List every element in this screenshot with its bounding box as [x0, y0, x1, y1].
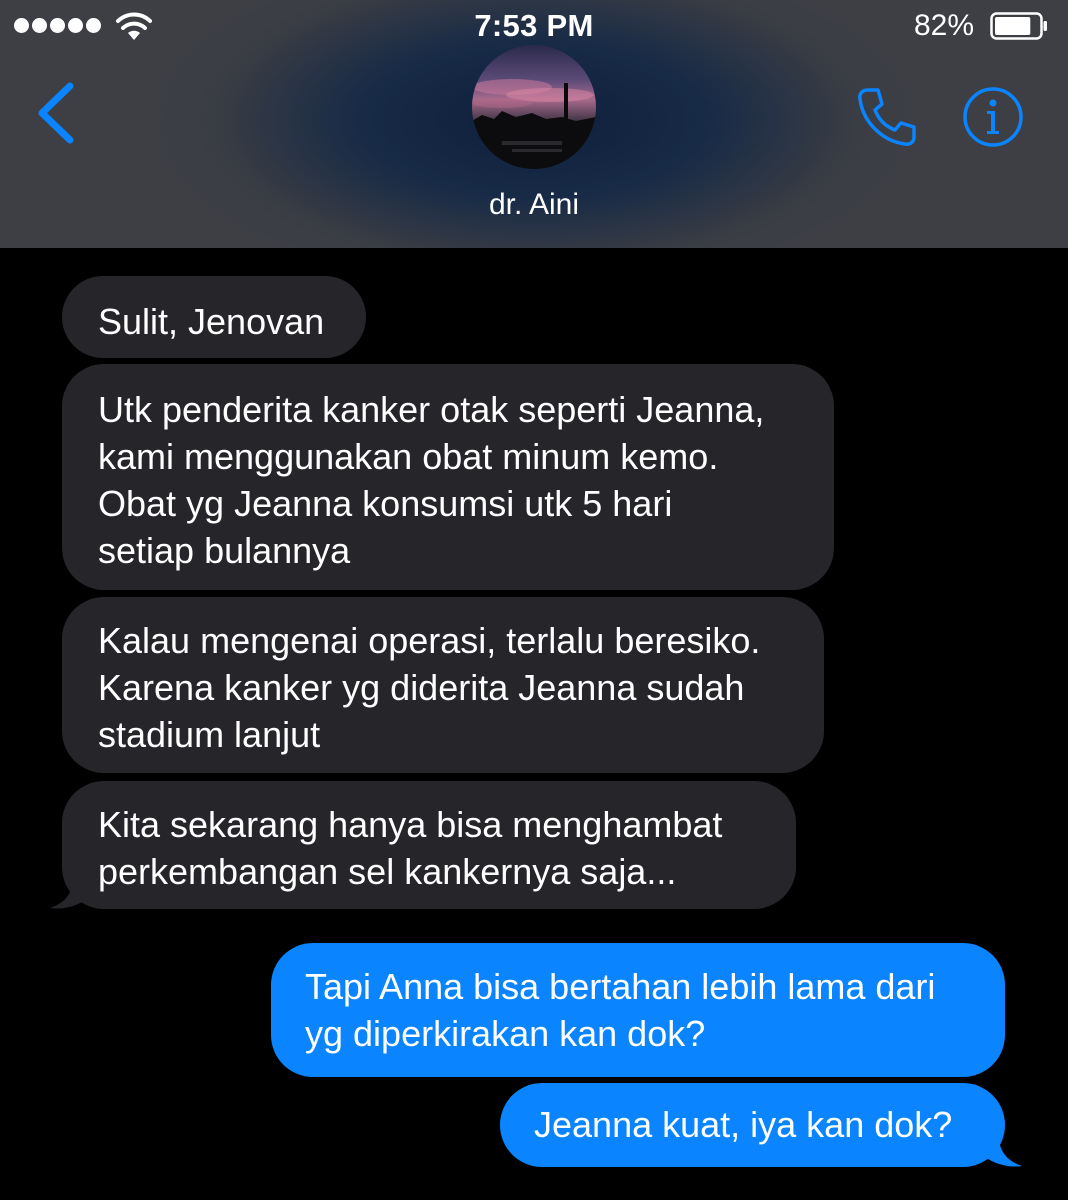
conversation-header: 7:53 PM 82% dr. Aini: [0, 0, 1068, 248]
message-bubble-incoming[interactable]: Kalau mengenai operasi, terlalu beresiko…: [62, 597, 824, 773]
message-bubble-incoming[interactable]: Kita sekarang hanya bisa menghambat perk…: [62, 781, 796, 909]
message-thread[interactable]: Sulit, Jenovan Utk penderita kanker otak…: [0, 248, 1068, 1200]
contact-avatar[interactable]: [472, 45, 596, 169]
battery-icon: [990, 12, 1047, 40]
phone-icon[interactable]: [852, 84, 920, 150]
message-bubble-incoming[interactable]: Utk penderita kanker otak seperti Jeanna…: [62, 364, 834, 590]
battery-percentage: 82%: [913, 9, 974, 42]
sunset-photo: [472, 79, 596, 169]
back-button[interactable]: [32, 80, 82, 146]
message-bubble-incoming[interactable]: Sulit, Jenovan: [62, 276, 366, 358]
info-icon[interactable]: [962, 86, 1024, 148]
message-bubble-outgoing[interactable]: Tapi Anna bisa bertahan lebih lama dari …: [271, 943, 1005, 1077]
contact-name[interactable]: dr. Aini: [0, 188, 1068, 222]
incoming-bubble-tail: [50, 872, 88, 909]
message-bubble-outgoing[interactable]: Jeanna kuat, iya kan dok?: [500, 1083, 1005, 1167]
outgoing-bubble-tail: [984, 1130, 1022, 1167]
status-time: 7:53 PM: [474, 8, 594, 43]
